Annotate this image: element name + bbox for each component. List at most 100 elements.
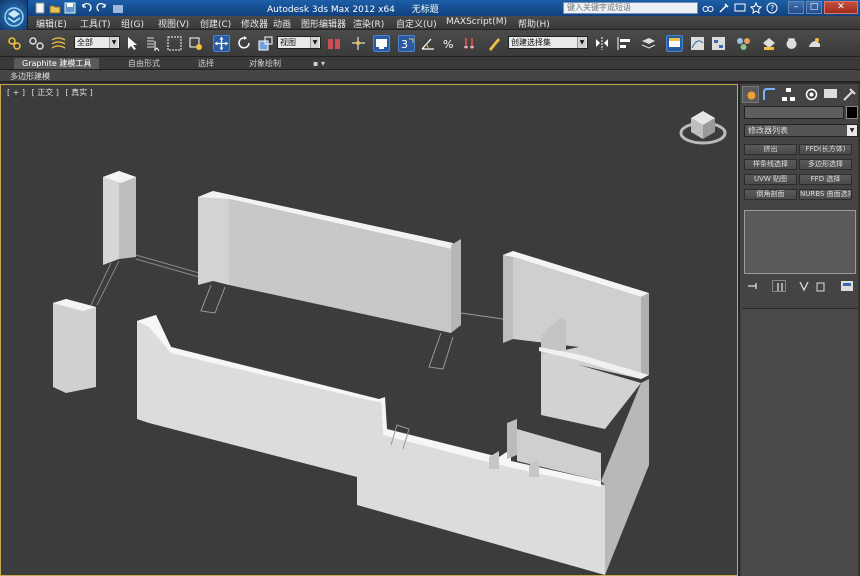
menu-maxscript[interactable]: MAXScript(M) xyxy=(446,17,507,27)
show-end-result-icon[interactable] xyxy=(772,280,786,292)
keyboard-shortcut-override-icon[interactable] xyxy=(373,35,390,52)
edit-named-selection-icon[interactable] xyxy=(486,35,503,52)
maximize-button[interactable]: □ xyxy=(806,1,822,14)
main-toolbar: 全部 ▼ 视图 ▼ 3 % 创建选择集 ▼ xyxy=(0,30,860,57)
ffd-select-button[interactable]: FFD 选择 xyxy=(799,174,852,185)
render-production-icon[interactable] xyxy=(806,35,823,52)
make-unique-icon[interactable] xyxy=(798,280,812,292)
modifier-stack-view[interactable] xyxy=(744,210,856,274)
select-manipulate-icon[interactable] xyxy=(350,35,367,52)
spinner-snap-icon[interactable] xyxy=(462,35,479,52)
render-setup-icon[interactable] xyxy=(760,35,777,52)
command-panel: 修改器列表 ▼ 挤出 FFD(长方体) 样条线选择 多边形选择 UVW 贴图 F… xyxy=(739,84,860,576)
menu-group[interactable]: 组(G) xyxy=(121,17,144,30)
reference-coordinate-dropdown[interactable]: 视图 ▼ xyxy=(277,36,321,49)
window-crossing-icon[interactable] xyxy=(187,35,204,52)
title-bar: Autodesk 3ds Max 2012 x64 无标题 键入关键字或短语 ?… xyxy=(0,0,860,16)
bind-space-warp-icon[interactable] xyxy=(50,35,67,52)
communication-icon[interactable] xyxy=(734,2,746,14)
doc-title: 无标题 xyxy=(411,5,439,15)
chevron-down-icon: ▼ xyxy=(109,37,118,48)
link-icon[interactable] xyxy=(6,35,23,52)
named-selection-dropdown[interactable]: 创建选择集 ▼ xyxy=(508,36,588,49)
uvw-map-button[interactable]: UVW 贴图 xyxy=(744,174,797,185)
select-object-icon[interactable] xyxy=(124,35,141,52)
nurbs-surface-select-button[interactable]: NURBS 曲面选择 xyxy=(799,189,852,200)
configure-modifier-sets-icon[interactable] xyxy=(840,280,854,292)
rectangular-selection-icon[interactable] xyxy=(166,35,183,52)
tab-object-paint[interactable]: 对象绘制 xyxy=(249,58,281,69)
perspective-viewport[interactable]: [ + ] [ 正交 ] [ 真实 ] xyxy=(0,84,738,576)
tab-freeform[interactable]: 自由形式 xyxy=(128,58,160,69)
binoculars-icon[interactable] xyxy=(702,2,714,14)
close-button[interactable]: ✕ xyxy=(824,1,858,14)
snaps-toggle-icon[interactable]: 3 xyxy=(398,35,415,52)
curve-editor-icon[interactable] xyxy=(689,35,706,52)
new-file-icon[interactable] xyxy=(34,2,47,14)
modifier-stack-toolbar xyxy=(744,280,858,292)
remove-modifier-icon[interactable] xyxy=(814,280,828,292)
utilities-panel-icon[interactable] xyxy=(841,86,858,103)
layer-manager-icon[interactable] xyxy=(640,35,657,52)
angle-snap-icon[interactable] xyxy=(420,35,437,52)
app-menu-logo[interactable] xyxy=(0,0,28,34)
open-file-icon[interactable] xyxy=(49,2,62,14)
search-input[interactable]: 键入关键字或短语 xyxy=(563,2,698,14)
extrude-button[interactable]: 挤出 xyxy=(744,144,797,155)
tab-graphite-modeling[interactable]: Graphite 建模工具 xyxy=(14,58,100,69)
mirror-icon[interactable] xyxy=(594,35,611,52)
menu-modifiers[interactable]: 修改器 xyxy=(241,17,268,30)
menu-help[interactable]: 帮助(H) xyxy=(518,17,550,30)
material-editor-icon[interactable] xyxy=(735,35,752,52)
bevel-profile-button[interactable]: 倒角剖面 xyxy=(744,189,797,200)
schematic-view-icon[interactable] xyxy=(710,35,727,52)
select-by-name-icon[interactable] xyxy=(145,35,162,52)
poly-select-button[interactable]: 多边形选择 xyxy=(799,159,852,170)
create-panel-icon[interactable] xyxy=(742,86,759,103)
ffd-box-button[interactable]: FFD(长方体) xyxy=(799,144,852,155)
menu-customize[interactable]: 自定义(U) xyxy=(396,17,437,30)
subscription-icon[interactable] xyxy=(718,2,730,14)
chevron-down-icon: ▼ xyxy=(310,37,319,48)
menu-graph-editors[interactable]: 图形编辑器 xyxy=(301,17,346,30)
menu-edit[interactable]: 编辑(E) xyxy=(36,17,67,30)
scale-icon[interactable] xyxy=(257,35,274,52)
project-folder-icon[interactable] xyxy=(112,2,125,14)
menu-animation[interactable]: 动画 xyxy=(273,17,291,30)
help-icon[interactable]: ? xyxy=(766,2,778,14)
viewcube-icon[interactable] xyxy=(679,111,727,145)
align-icon[interactable] xyxy=(616,35,633,52)
pivot-center-icon[interactable] xyxy=(326,35,343,52)
percent-snap-icon[interactable]: % xyxy=(441,35,458,52)
motion-panel-icon[interactable] xyxy=(803,86,820,103)
selection-filter-dropdown[interactable]: 全部 ▼ xyxy=(74,36,120,49)
minimize-button[interactable]: – xyxy=(788,1,804,14)
favorites-star-icon[interactable] xyxy=(749,1,763,15)
move-icon[interactable] xyxy=(213,35,230,52)
redo-icon[interactable] xyxy=(96,2,109,14)
menu-rendering[interactable]: 渲染(R) xyxy=(353,17,384,30)
display-panel-icon[interactable] xyxy=(822,86,839,103)
graphite-toggle-icon[interactable] xyxy=(666,35,683,52)
ribbon-options-icon[interactable]: ▪ ▾ xyxy=(313,58,325,69)
modifier-parameters-area xyxy=(742,308,859,576)
window-title: Autodesk 3ds Max 2012 x64 无标题 xyxy=(267,2,453,15)
modify-panel-icon[interactable] xyxy=(761,86,778,103)
undo-icon[interactable] xyxy=(80,2,93,14)
hierarchy-panel-icon[interactable] xyxy=(780,86,797,103)
rendered-frame-window-icon[interactable] xyxy=(783,35,800,52)
menu-views[interactable]: 视图(V) xyxy=(158,17,189,30)
tab-selection[interactable]: 选择 xyxy=(198,58,214,69)
spline-select-button[interactable]: 样条线选择 xyxy=(744,159,797,170)
modifier-list-dropdown[interactable]: 修改器列表 ▼ xyxy=(744,124,858,137)
command-panel-tabs xyxy=(742,86,859,103)
object-name-field[interactable] xyxy=(744,106,844,119)
menu-tools[interactable]: 工具(T) xyxy=(80,17,111,30)
save-icon[interactable] xyxy=(64,2,77,14)
menu-create[interactable]: 创建(C) xyxy=(200,17,231,30)
unlink-icon[interactable] xyxy=(28,35,45,52)
polygon-modeling-label[interactable]: 多边形建模 xyxy=(10,71,50,82)
rotate-icon[interactable] xyxy=(236,35,253,52)
object-color-swatch[interactable] xyxy=(846,106,858,119)
pin-stack-icon[interactable] xyxy=(746,280,760,292)
